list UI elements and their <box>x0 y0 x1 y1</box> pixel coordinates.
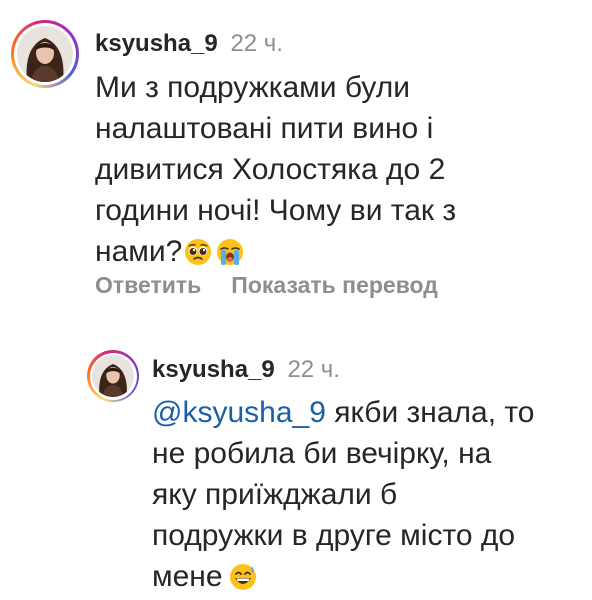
user-avatar-photo-icon <box>17 26 73 82</box>
timestamp: 22 ч. <box>230 30 283 57</box>
reply-comment-item: ksyusha_9 22 ч. @ksyusha_9 якби знала, т… <box>0 330 592 600</box>
grinning-face-with-sweat-emoji-icon <box>229 561 257 600</box>
username[interactable]: ksyusha_9 <box>152 356 275 383</box>
user-avatar-photo-icon <box>92 355 134 397</box>
comment-text-line: нами? <box>95 235 183 268</box>
comment-header: ksyusha_9 22 ч. <box>95 32 283 56</box>
comment-text-line-first: @ksyusha_9 якби знала, то <box>152 392 534 433</box>
mention-link[interactable]: @ksyusha_9 <box>152 396 326 429</box>
loudly-crying-face-emoji-icon <box>216 236 244 277</box>
timestamp: 22 ч. <box>287 356 340 383</box>
comment-text-line: години ночі! Чому ви так з <box>95 194 457 227</box>
comment-header: ksyusha_9 22 ч. <box>152 358 340 382</box>
pleading-face-emoji-icon <box>184 236 212 277</box>
avatar[interactable] <box>11 20 79 88</box>
reply-button[interactable]: Ответить <box>95 272 201 298</box>
comment-text-line: якби знала, то <box>325 396 535 429</box>
username[interactable]: ksyusha_9 <box>95 30 218 57</box>
comment-text-line-last: нами? <box>95 231 456 277</box>
comment-text-line-last: мене <box>152 556 534 600</box>
comment-text-line: дивитися Холостяка до 2 <box>95 153 446 186</box>
comment-text-line: мене <box>152 560 223 593</box>
comment-body: @ksyusha_9 якби знала, то не робила би в… <box>152 392 534 600</box>
comment-text-line: налаштовані пити вино і <box>95 112 434 145</box>
comment-text-line: Ми з подружками були <box>95 71 411 104</box>
comment-actions: Ответить Показать перевод <box>95 272 468 299</box>
comment-item: ksyusha_9 22 ч. Ми з подружками були нал… <box>0 0 592 320</box>
comment-text-line: яку приїжджали б <box>152 478 398 511</box>
comment-text-line: подружки в друге місто до <box>152 519 516 552</box>
comment-text-line: не робила би вечірку, на <box>152 437 492 470</box>
comment-body: Ми з подружками були налаштовані пити ви… <box>95 67 456 277</box>
avatar[interactable] <box>87 350 139 402</box>
show-translation-button[interactable]: Показать перевод <box>231 272 438 298</box>
